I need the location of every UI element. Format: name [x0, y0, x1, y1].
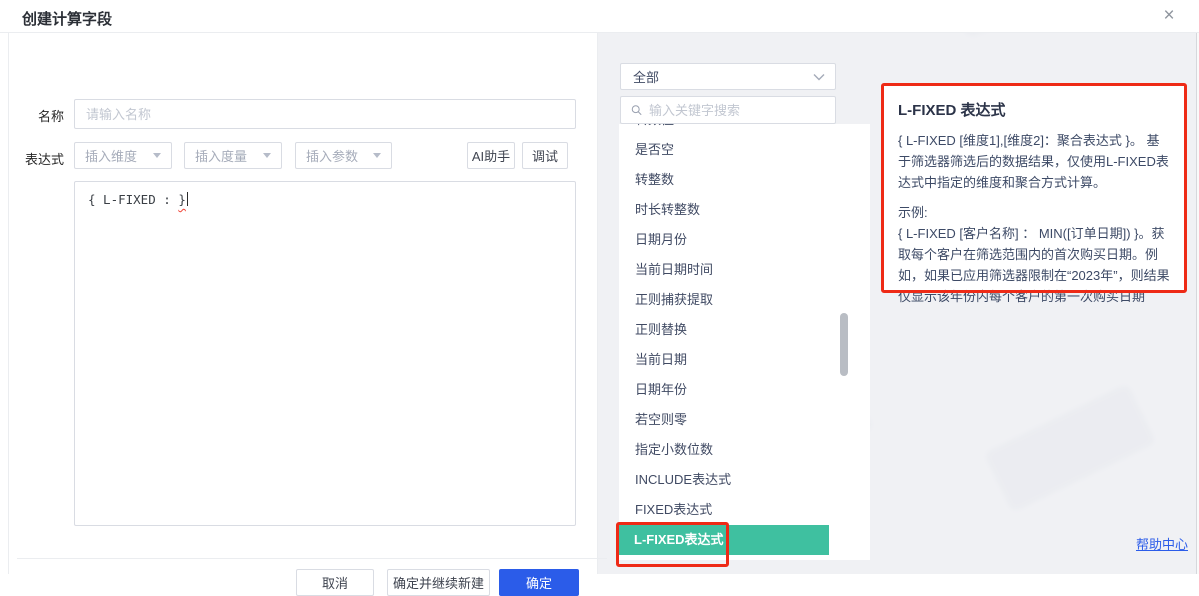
list-item[interactable]: 正则捕获提取: [619, 285, 870, 315]
create-calc-field-dialog: 创建计算字段 × 名称 表达式 插入维度 插入度量 插入参数 AI助手 调试 {…: [0, 0, 1199, 574]
list-item-selected[interactable]: L-FIXED表达式: [619, 525, 829, 555]
help-example: { L-FIXED [客户名称] ： MIN([订单日期]) }。获取每个客户在…: [898, 223, 1170, 307]
list-item-partial[interactable]: 转数值: [619, 124, 870, 135]
ok-button[interactable]: 确定: [499, 569, 579, 596]
ai-assistant-button[interactable]: AI助手: [467, 142, 515, 169]
list-item[interactable]: 时长转整数: [619, 195, 870, 225]
expression-editor[interactable]: { L-FIXED : }: [74, 181, 576, 526]
function-search[interactable]: [620, 96, 836, 124]
name-label: 名称: [9, 106, 64, 125]
list-item[interactable]: INCLUDE表达式: [619, 465, 870, 495]
left-form-panel: 名称 表达式 插入维度 插入度量 插入参数 AI助手 调试 { L-FIXED …: [8, 33, 598, 574]
help-title: L-FIXED 表达式: [898, 99, 1170, 120]
list-item[interactable]: 正则替换: [619, 315, 870, 345]
footer-divider: [17, 558, 607, 559]
list-item[interactable]: 日期年份: [619, 375, 870, 405]
search-input[interactable]: [649, 103, 825, 118]
search-icon: [631, 103, 642, 117]
list-item[interactable]: 是否空: [619, 135, 870, 165]
list-item[interactable]: 指定小数位数: [619, 435, 870, 465]
help-center-link[interactable]: 帮助中心: [1136, 534, 1188, 553]
help-panel: L-FIXED 表达式 { L-FIXED [维度1],[维度2]：聚合表达式 …: [884, 86, 1184, 290]
editor-text-error: }: [178, 192, 186, 207]
caret-down-icon: [153, 153, 161, 158]
dialog-title: 创建计算字段: [22, 8, 112, 29]
editor-text: { L-FIXED :: [88, 192, 178, 207]
expression-label: 表达式: [9, 149, 64, 168]
list-item[interactable]: 转整数: [619, 165, 870, 195]
ok-continue-button[interactable]: 确定并继续新建: [387, 569, 490, 596]
category-selected-label: 全部: [633, 67, 659, 86]
debug-button[interactable]: 调试: [522, 142, 568, 169]
insert-measure-dropdown[interactable]: 插入度量: [184, 142, 282, 169]
chevron-down-icon: [813, 73, 825, 81]
list-scrollbar[interactable]: [840, 313, 848, 376]
insert-param-dropdown[interactable]: 插入参数: [295, 142, 392, 169]
function-list: 是否空转整数时长转整数日期月份当前日期时间正则捕获提取正则替换当前日期日期年份若…: [619, 135, 870, 525]
category-select[interactable]: 全部: [620, 63, 836, 90]
text-cursor: [187, 192, 188, 206]
caret-down-icon: [263, 153, 271, 158]
list-item[interactable]: 当前日期: [619, 345, 870, 375]
name-input[interactable]: [74, 99, 576, 129]
help-example-label: 示例:: [898, 202, 1170, 223]
insert-dimension-label: 插入维度: [85, 146, 137, 165]
insert-param-label: 插入参数: [306, 146, 358, 165]
caret-down-icon: [373, 153, 381, 158]
help-description: { L-FIXED [维度1],[维度2]：聚合表达式 }。 基于筛选器筛选后的…: [898, 130, 1170, 193]
insert-dimension-dropdown[interactable]: 插入维度: [74, 142, 172, 169]
cancel-button[interactable]: 取消: [296, 569, 374, 596]
dialog-titlebar: 创建计算字段 ×: [0, 0, 1199, 33]
list-item[interactable]: 日期月份: [619, 225, 870, 255]
list-item[interactable]: FIXED表达式: [619, 495, 870, 525]
list-item[interactable]: 若空则零: [619, 405, 870, 435]
close-icon[interactable]: ×: [1158, 5, 1180, 27]
list-item[interactable]: 当前日期时间: [619, 255, 870, 285]
function-list-panel: 转数值 是否空转整数时长转整数日期月份当前日期时间正则捕获提取正则替换当前日期日…: [619, 124, 870, 560]
insert-measure-label: 插入度量: [195, 146, 247, 165]
